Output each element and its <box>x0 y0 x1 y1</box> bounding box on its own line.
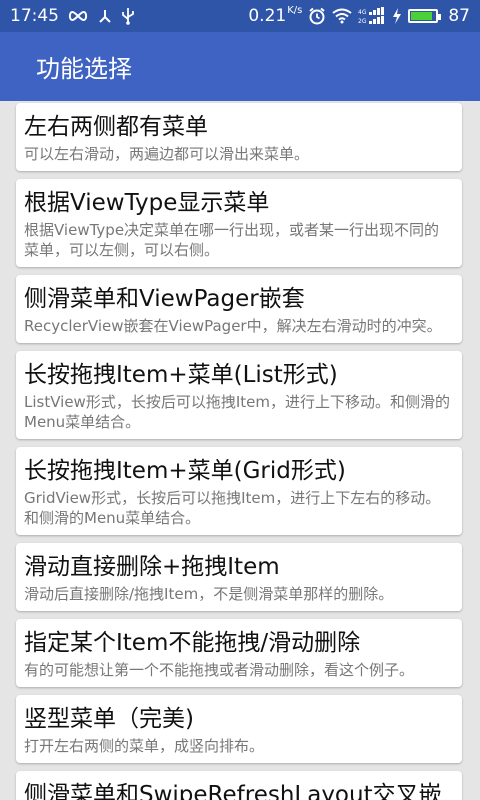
list-item[interactable]: 指定某个Item不能拖拽/滑动删除 有的可能想让第一个不能拖拽或者滑动删除，看这… <box>16 619 462 687</box>
list-item-title: 滑动直接删除+拖拽Item <box>24 554 280 580</box>
svg-text:4G: 4G <box>358 9 367 16</box>
page-title: 功能选择 <box>36 55 132 83</box>
list-item-title: 长按拖拽Item+菜单(List形式) <box>24 362 338 388</box>
app-bar: 功能选择 <box>0 32 480 101</box>
list-item-title: 根据ViewType显示菜单 <box>24 190 270 216</box>
list-item-desc: 根据ViewType决定菜单在哪一行出现，或者某一行出现不同的菜单，可以左侧，可… <box>24 221 440 259</box>
list-item[interactable]: 侧滑菜单和SwipeRefreshLayout交叉嵌 <box>16 771 462 800</box>
infinity-icon <box>67 10 89 22</box>
list-item[interactable]: 长按拖拽Item+菜单(List形式) ListView形式，长按后可以拖拽It… <box>16 351 462 439</box>
battery-fill <box>411 12 432 20</box>
charging-icon <box>392 8 402 24</box>
list-item-title: 指定某个Item不能拖拽/滑动删除 <box>24 630 361 656</box>
feature-list: 左右两侧都有菜单 可以左右滑动，两遍边都可以滑出来菜单。 根据ViewType显… <box>16 103 462 800</box>
network-speed-value: 0.21 <box>248 6 287 26</box>
battery-icon <box>408 9 442 23</box>
status-bar: 17:45 0.21 K/s 4G 2G 87 <box>0 0 480 32</box>
usb-icon <box>121 7 135 25</box>
wifi-icon <box>332 8 352 24</box>
usb-debug-icon <box>97 8 113 24</box>
list-item[interactable]: 长按拖拽Item+菜单(Grid形式) GridView形式，长按后可以拖拽It… <box>16 447 462 535</box>
svg-text:2G: 2G <box>358 18 367 25</box>
list-item[interactable]: 滑动直接删除+拖拽Item 滑动后直接删除/拖拽Item，不是侧滑菜单那样的删除… <box>16 543 462 611</box>
network-speed: 0.21 K/s <box>248 5 303 27</box>
list-item-desc: 打开左右两侧的菜单，成竖向排布。 <box>24 737 265 755</box>
list-item-desc: RecyclerView嵌套在ViewPager中，解决左右滑动时的冲突。 <box>24 317 442 335</box>
list-item-title: 长按拖拽Item+菜单(Grid形式) <box>24 458 346 484</box>
network-speed-unit: K/s <box>287 5 303 16</box>
list-item-title: 竖型菜单（完美) <box>24 706 194 732</box>
list-item-desc: 滑动后直接删除/拖拽Item，不是侧滑菜单那样的删除。 <box>24 585 394 603</box>
status-time: 17:45 <box>10 6 59 26</box>
list-item-desc: ListView形式，长按后可以拖拽Item，进行上下移动。和侧滑的Menu菜单… <box>24 393 450 431</box>
list-item-desc: 有的可能想让第一个不能拖拽或者滑动删除，看这个例子。 <box>24 661 415 679</box>
list-item-title: 侧滑菜单和ViewPager嵌套 <box>24 286 305 312</box>
list-item[interactable]: 左右两侧都有菜单 可以左右滑动，两遍边都可以滑出来菜单。 <box>16 103 462 171</box>
list-item-title: 左右两侧都有菜单 <box>24 114 208 140</box>
list-item-desc: 可以左右滑动，两遍边都可以滑出来菜单。 <box>24 145 310 163</box>
signal-icon: 4G 2G <box>358 7 386 25</box>
list-item[interactable]: 竖型菜单（完美) 打开左右两侧的菜单，成竖向排布。 <box>16 695 462 763</box>
list-item-title: 侧滑菜单和SwipeRefreshLayout交叉嵌 <box>24 782 442 800</box>
battery-percent: 87 <box>448 6 470 26</box>
list-item[interactable]: 根据ViewType显示菜单 根据ViewType决定菜单在哪一行出现，或者某一… <box>16 179 462 267</box>
list-item[interactable]: 侧滑菜单和ViewPager嵌套 RecyclerView嵌套在ViewPage… <box>16 275 462 343</box>
list-item-desc: GridView形式，长按后可以拖拽Item，进行上下左右的移动。和侧滑的Men… <box>24 489 441 527</box>
alarm-icon <box>308 7 326 25</box>
